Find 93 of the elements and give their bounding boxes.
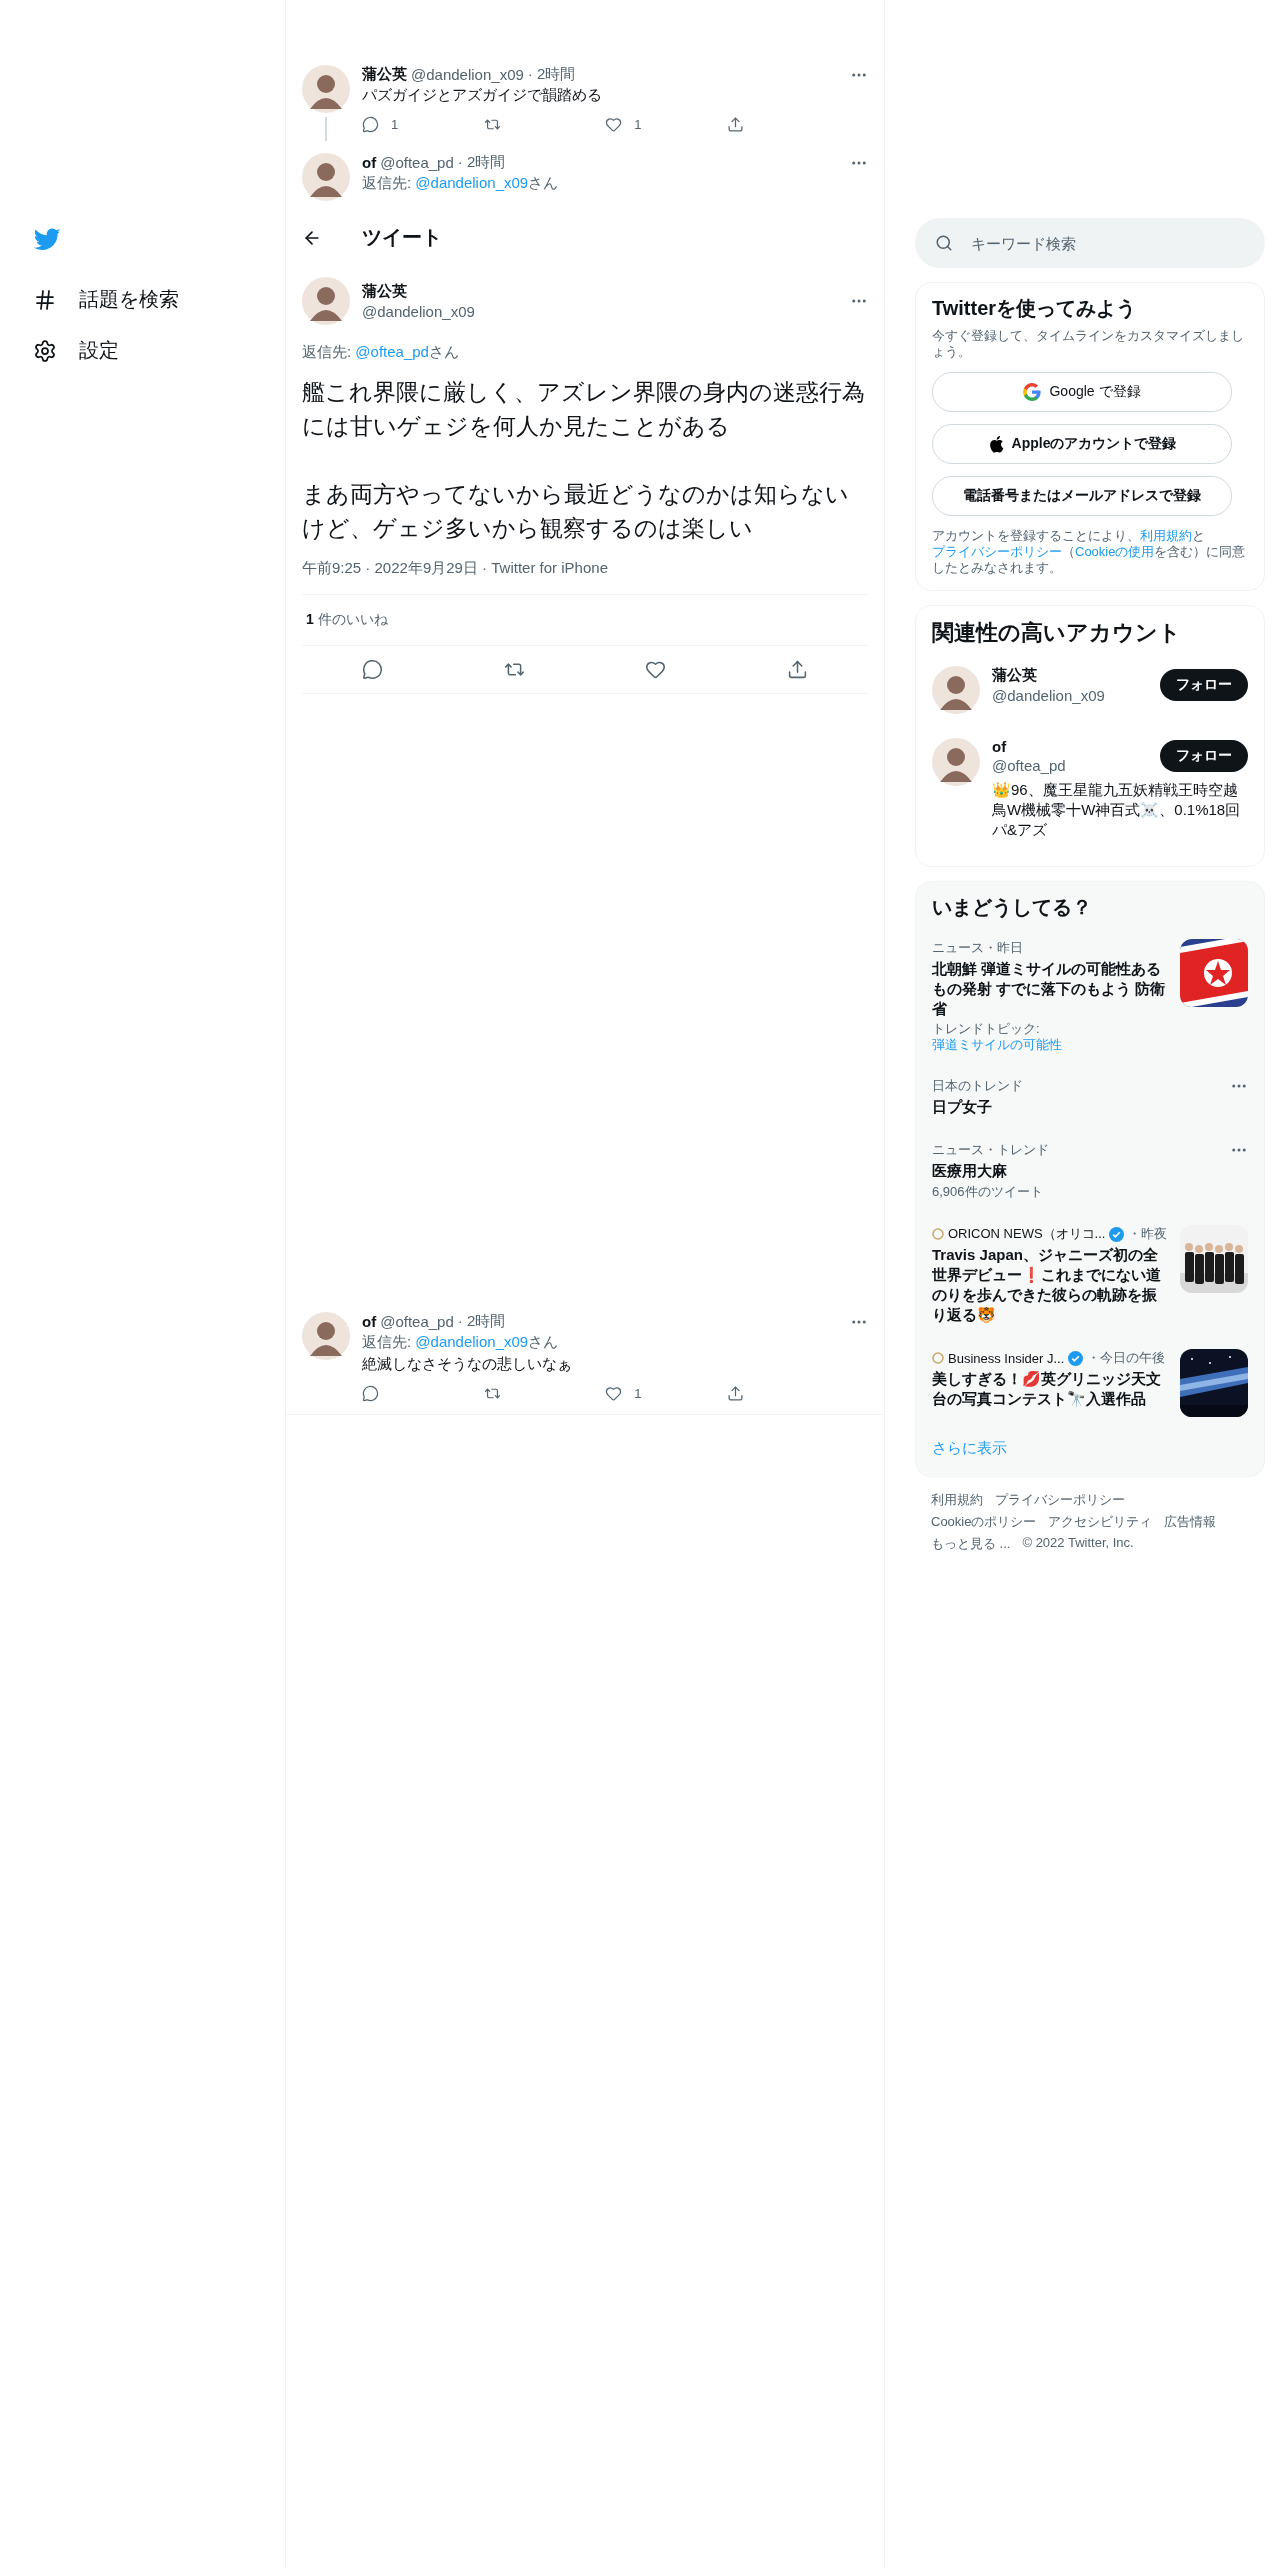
trend-title: 北朝鮮 弾道ミサイルの可能性あるもの発射 すでに落下のもよう 防衛省 (932, 959, 1167, 1019)
signup-button[interactable]: Appleのアカウントで登録 (932, 424, 1232, 464)
footer-link[interactable]: © 2022 Twitter, Inc. (1022, 1535, 1134, 1553)
avatar[interactable] (932, 666, 980, 714)
share-icon (726, 1385, 744, 1402)
footer-link[interactable]: アクセシビリティ (1048, 1513, 1153, 1531)
avatar[interactable] (302, 65, 350, 113)
nav-link[interactable]: 話題を検索 (33, 276, 179, 323)
like-button[interactable]: 1 (605, 1385, 666, 1402)
reply-to-text: 返信先: @oftea_pdさん (302, 342, 460, 362)
reply-icon (362, 116, 379, 133)
avatar[interactable] (932, 738, 980, 786)
avatar[interactable] (302, 153, 350, 201)
like-count: 1 (306, 611, 314, 629)
source-logo-icon (932, 1228, 944, 1240)
trend-meta: 日本のトレンド (932, 1077, 1023, 1095)
tweet-time[interactable]: · 2時間 (527, 65, 576, 84)
heart-icon (605, 116, 623, 133)
footer-link[interactable]: プライバシーポリシー (995, 1491, 1125, 1509)
likes-label[interactable]: 件のいいね (317, 611, 388, 629)
share-icon (726, 116, 744, 133)
heart-icon (645, 659, 667, 680)
author-name[interactable]: 蒲公英 (362, 282, 475, 301)
author-name[interactable]: of (362, 154, 377, 171)
settings-icon (33, 338, 57, 363)
trend-title: 美しすぎる！💋英グリニッジ天文台の写真コンテスト🔭入選作品 (932, 1369, 1162, 1409)
card-title: Twitterを使ってみよう (932, 296, 1138, 321)
like-button[interactable] (645, 659, 667, 680)
source-name: ORICON NEWS（オリコ... (948, 1225, 1106, 1243)
like-button[interactable]: 1 (605, 116, 666, 133)
author-handle[interactable]: @dandelion_x09 (411, 66, 524, 83)
search-field[interactable]: キーワード検索 (915, 218, 1265, 268)
card-title: いまどうしてる？ (932, 895, 1093, 920)
story-time: ・今日の午後 (1087, 1349, 1166, 1367)
footer-link[interactable]: 広告情報 (1164, 1513, 1217, 1531)
trend-meta: ニュース・昨日 (932, 939, 1024, 957)
card-subtitle: 今すぐ登録して、タイムラインをカスタマイズしましょう。 (932, 328, 1245, 360)
source-name: Business Insider J... (948, 1350, 1065, 1366)
account-name[interactable]: of (992, 738, 1160, 755)
footer-link[interactable]: 利用規約 (931, 1491, 983, 1509)
account-name[interactable]: 蒲公英 (992, 666, 1160, 685)
trend-title: Travis Japan、ジャニーズ初の全世界デビュー❗これまでにない道のりを歩んできた彼らの軌跡を振り返る🐯 (932, 1245, 1162, 1325)
avatar[interactable] (302, 277, 350, 325)
footer-link[interactable]: Cookieのポリシー (931, 1513, 1037, 1531)
nav-link[interactable]: 設定 (33, 327, 119, 374)
trend-topic: トレンドトピック: 弾道ミサイルの可能性 (932, 1021, 1063, 1053)
author-name[interactable]: of (362, 1313, 377, 1330)
tweet-count: 6,906件のツイート (932, 1183, 1044, 1201)
author-handle[interactable]: @dandelion_x09 (362, 303, 475, 320)
author-name[interactable]: 蒲公英 (362, 65, 407, 84)
tweet-text: 艦これ界隈に厳しく、アズレン界隈の身内の迷惑行為には甘いゲェジを何人か見たことがある まあ両方やってないから最近どうなのかは知らないけど、ゲェジ多いから観察するのは楽しい (302, 378, 866, 543)
footer-link[interactable]: もっと見る ... (931, 1535, 1011, 1553)
tweet-time[interactable]: · 2時間 (457, 1312, 506, 1331)
trend-item[interactable]: ニュース・昨日 北朝鮮 弾道ミサイルの可能性あるもの発射 すでに落下のもよう 防衛省 トレンドトピック: 弾道ミサイルの可能性 (932, 927, 1248, 1065)
account-bio: 👑96、魔王星龍九五妖精戦王時空越鳥W機械零十W神百式☠、0.1%18回パ&アズ (992, 780, 1242, 840)
heart-icon (605, 1385, 623, 1402)
author-handle[interactable]: @oftea_pd (380, 154, 454, 171)
bird-logo-icon[interactable] (33, 228, 61, 252)
follow-button[interactable]: フォロー (1160, 740, 1248, 772)
apple-logo-icon (987, 435, 1004, 453)
signup-button[interactable]: Google で登録 (932, 372, 1232, 412)
trend-item[interactable]: ニュース・トレンド 医療用大麻 6,906件のツイート (932, 1129, 1248, 1213)
tweet-text: 絶滅しなさそうなの悲しいなぁ (362, 1354, 573, 1374)
trend-title: 日プ女子 (932, 1097, 993, 1117)
reply-button[interactable] (362, 659, 384, 680)
reply-icon (362, 659, 384, 680)
reply-to-text: 返信先: @dandelion_x09さん (362, 1332, 560, 1352)
trend-item[interactable]: Business Insider J... ・今日の午後 美しすぎる！💋英グリニッジ天文台の写真コンテスト🔭入選作品 (932, 1337, 1248, 1429)
hashtag-icon (33, 287, 57, 312)
tweet-text: パズガイジとアズガイジで韻踏める (362, 85, 603, 105)
author-handle[interactable]: @oftea_pd (380, 1313, 454, 1330)
card-title: 関連性の高いアカウント (932, 619, 1182, 647)
trend-item[interactable]: ORICON NEWS（オリコ... ・昨夜 Travis Japan、ジャニーズ初の全世界デビュー❗これまでにない道のりを歩んできた彼らの軌跡を振り返る🐯 (932, 1213, 1248, 1337)
share-icon (786, 659, 808, 680)
reply-to-text: 返信先: @dandelion_x09さん (362, 173, 560, 193)
trend-title: 医療用大麻 (932, 1161, 1008, 1181)
tweet-time[interactable]: · 2時間 (457, 153, 506, 172)
account-handle[interactable]: @dandelion_x09 (992, 687, 1160, 704)
trend-item[interactable]: 日本のトレンド 日プ女子 (932, 1065, 1248, 1129)
source-logo-icon (932, 1352, 944, 1364)
signup-button[interactable]: 電話番号またはメールアドレスで登録 (932, 476, 1232, 516)
google-logo-icon (1023, 383, 1042, 401)
reply-button[interactable]: 1 (362, 116, 422, 133)
reply-icon (362, 1385, 379, 1402)
share-button[interactable] (786, 659, 808, 680)
page-title: ツイート (362, 225, 442, 250)
account-handle[interactable]: @oftea_pd (992, 757, 1160, 774)
follow-button[interactable]: フォロー (1160, 669, 1248, 701)
tweet-date: 午前9:25 · 2022年9月29日 · Twitter for iPhone (302, 559, 609, 578)
story-time: ・昨夜 (1128, 1225, 1168, 1243)
trend-meta: ニュース・トレンド (932, 1141, 1049, 1159)
avatar[interactable] (302, 1312, 350, 1360)
legal-text: アカウントを登録することにより、利用規約 と プライバシーポリシー（Cookieの使用を含む）に同意したとみなされます。 (932, 528, 1247, 576)
